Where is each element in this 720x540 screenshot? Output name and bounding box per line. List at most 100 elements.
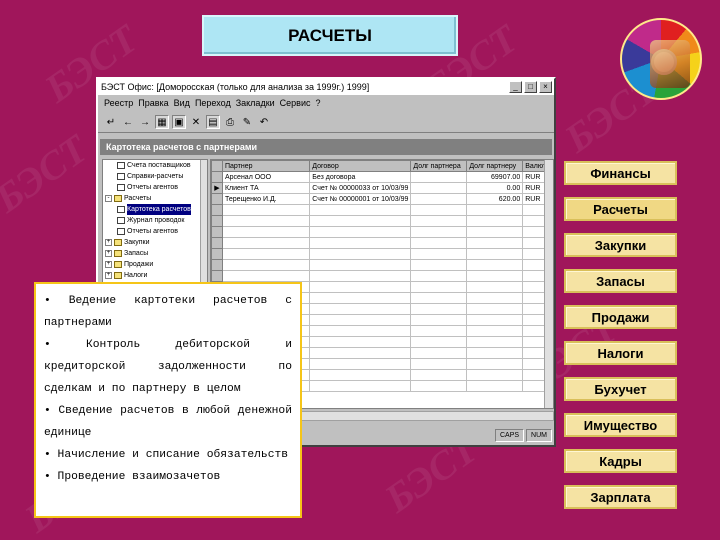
tree-item[interactable]: + Закупки [103, 237, 207, 248]
table-cell[interactable]: Терещенко И.Д. [221, 193, 311, 205]
tree-item-label: Отчеты агентов [127, 228, 178, 235]
empty-cell [309, 248, 412, 260]
tree-item[interactable]: + Запасы [103, 248, 207, 259]
open-icon[interactable]: ▣ [172, 114, 186, 129]
filter-icon[interactable]: ▤ [206, 114, 220, 129]
minimize-button[interactable]: _ [509, 81, 522, 93]
table-cell[interactable]: 69907.00 [466, 171, 524, 183]
grid-scrollbar[interactable] [544, 160, 553, 408]
tree-toggle-icon[interactable]: + [105, 272, 112, 279]
table-cell[interactable] [410, 182, 468, 194]
tree-toggle-icon[interactable]: - [105, 195, 112, 202]
nav-button-payroll[interactable]: Зарплата [564, 485, 677, 509]
tree-item[interactable]: + Продажи [103, 259, 207, 270]
nav-button-personnel[interactable]: Кадры [564, 449, 677, 473]
nav-button-property[interactable]: Имущество [564, 413, 677, 437]
menu-item[interactable]: Правка [138, 98, 168, 108]
edit-icon[interactable]: ✎ [240, 114, 254, 129]
tree-item-label: Расчеты [124, 195, 152, 202]
tree-item-label: Налоги [124, 272, 148, 279]
menu-item[interactable]: Закладки [236, 98, 275, 108]
table-row[interactable]: Терещенко И.Д. Счет № 00000001 от 10/03/9… [211, 193, 553, 205]
nav-button-taxes[interactable]: Налоги [564, 341, 677, 365]
column-header[interactable]: Долг партнеру [466, 160, 524, 172]
table-row[interactable]: ▶ Клиент ТА Счет № 00000033 от 10/03/99 0.0… [211, 182, 553, 194]
column-header[interactable]: Партнер [221, 160, 311, 172]
empty-cell [410, 325, 468, 337]
menu-item[interactable]: Сервис [280, 98, 311, 108]
forward-icon[interactable]: → [138, 114, 152, 129]
menu-item[interactable]: Реестр [104, 98, 133, 108]
table-cell[interactable]: 620.00 [466, 193, 524, 205]
app-window-title: БЭСТ Офис: [Доморосская (только для анал… [101, 82, 370, 92]
table-row[interactable]: Арсенал ООО Без договора 69907.00 RUR [211, 171, 553, 183]
empty-cell [466, 226, 524, 238]
empty-cell [466, 369, 524, 381]
tree-item[interactable]: Справки-расчеты [103, 171, 207, 182]
table-cell[interactable]: 0.00 [466, 182, 524, 194]
table-cell[interactable] [410, 193, 468, 205]
empty-cell [410, 358, 468, 370]
empty-cell [410, 248, 468, 260]
close-icon[interactable]: ✕ [189, 114, 203, 129]
empty-cell [221, 237, 311, 249]
tree-item-label: Отчеты агентов [127, 184, 178, 191]
empty-cell [466, 303, 524, 315]
table-cell[interactable]: Без договора [309, 171, 412, 183]
bullet-item: • Начисление и списание обязательств [44, 449, 289, 461]
tree-item[interactable]: - Расчеты [103, 193, 207, 204]
nav-button-purchases[interactable]: Закупки [564, 233, 677, 257]
empty-cell [221, 259, 311, 271]
enter-icon[interactable]: ↵ [104, 114, 118, 129]
empty-cell [466, 204, 524, 216]
empty-cell [309, 380, 412, 392]
table-cell[interactable]: Счет № 00000001 от 10/03/99 [309, 193, 412, 205]
print-icon[interactable]: ⎙ [223, 114, 237, 129]
empty-cell [410, 314, 468, 326]
table-cell[interactable] [410, 171, 468, 183]
tree-item[interactable]: Журнал проводок [103, 215, 207, 226]
grid-icon[interactable]: ▦ [155, 114, 169, 129]
nav-button-sales[interactable]: Продажи [564, 305, 677, 329]
menu-item[interactable]: Вид [174, 98, 190, 108]
empty-cell [221, 226, 311, 238]
tree-item[interactable]: Счета поставщиков [103, 160, 207, 171]
table-cell[interactable]: Арсенал ООО [221, 171, 311, 183]
tree-toggle-icon[interactable]: + [105, 250, 112, 257]
tree-toggle-icon[interactable]: + [105, 261, 112, 268]
empty-row [211, 237, 553, 249]
empty-cell [410, 380, 468, 392]
empty-cell [309, 292, 412, 304]
close-button[interactable]: × [539, 81, 552, 93]
empty-row [211, 259, 553, 271]
menu-item[interactable]: ? [315, 98, 320, 108]
empty-cell [410, 292, 468, 304]
slide-title: РАСЧЕТЫ [202, 15, 458, 56]
maximize-button[interactable]: □ [524, 81, 537, 93]
tree-item[interactable]: + Налоги [103, 270, 207, 281]
table-cell[interactable]: Клиент ТА [221, 182, 311, 194]
empty-cell [466, 292, 524, 304]
back-icon[interactable]: ← [121, 114, 135, 129]
bullet-item: • Ведение картотеки расчетов с партнерам… [44, 295, 292, 329]
bullet-item: • Сведение расчетов в любой денежной еди… [44, 405, 292, 439]
empty-cell [466, 248, 524, 260]
tree-item[interactable]: Картотека расчетов [103, 204, 207, 215]
empty-cell [309, 369, 412, 381]
tree-item[interactable]: Отчеты агентов [103, 226, 207, 237]
menu-item[interactable]: Переход [195, 98, 231, 108]
undo-icon[interactable]: ↶ [257, 114, 271, 129]
empty-cell [466, 281, 524, 293]
tree-item[interactable]: Отчеты агентов [103, 182, 207, 193]
tree-toggle-icon[interactable]: + [105, 239, 112, 246]
nav-button-finance[interactable]: Финансы [564, 161, 677, 185]
table-cell[interactable]: Счет № 00000033 от 10/03/99 [309, 182, 412, 194]
column-header[interactable]: Договор [309, 160, 412, 172]
nav-button-accounting[interactable]: Бухучет [564, 377, 677, 401]
empty-cell [466, 259, 524, 271]
nav-button-inventory[interactable]: Запасы [564, 269, 677, 293]
column-header[interactable]: Долг партнера [410, 160, 468, 172]
empty-cell [309, 358, 412, 370]
nav-button-settlements[interactable]: Расчеты [564, 197, 677, 221]
empty-row [211, 270, 553, 282]
